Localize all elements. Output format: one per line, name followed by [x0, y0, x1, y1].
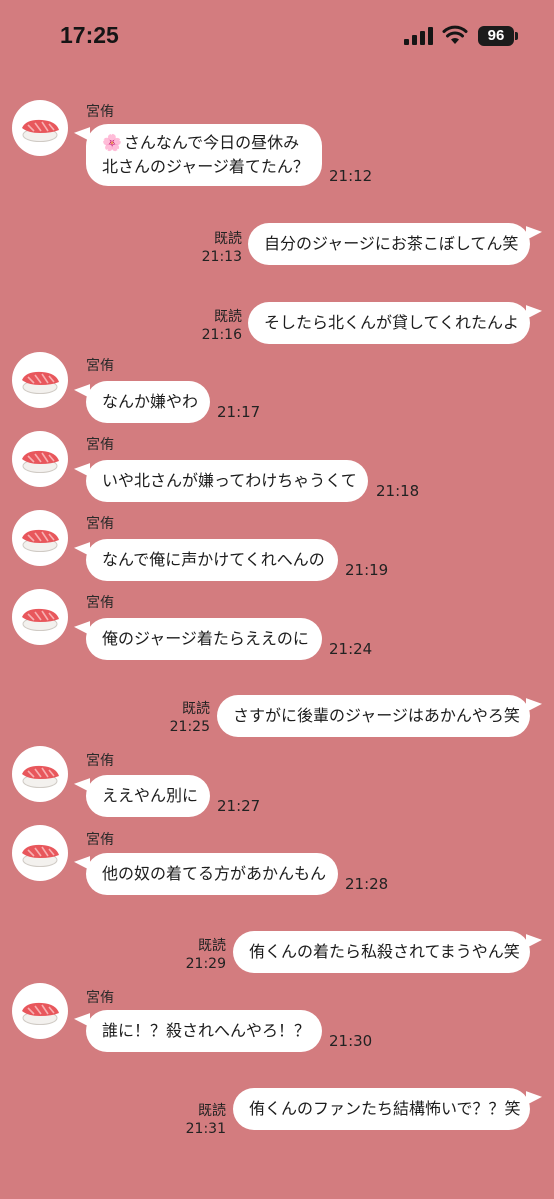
- message-text: 侑くんのファンたち結構怖いで？？笑: [249, 1099, 521, 1118]
- cherry-blossom-icon: 🌸: [102, 133, 122, 152]
- read-label: 既読: [198, 938, 226, 954]
- message-text: ええやん別に: [102, 786, 199, 805]
- message-time: 21:29: [185, 956, 226, 972]
- message-time: 21:30: [329, 1032, 373, 1050]
- battery-tip: [515, 32, 518, 40]
- status-time: 17:25: [60, 22, 119, 48]
- read-receipt: 既読 21:29: [166, 937, 226, 973]
- read-receipt: 既読 21:25: [150, 700, 210, 736]
- cellular-signal-icon: [404, 27, 433, 45]
- message-text: 自分のジャージにお茶こぼしてん笑: [264, 234, 519, 253]
- message-time: 21:24: [329, 640, 373, 658]
- sushi-icon[interactable]: [12, 983, 68, 1039]
- message-text: 誰に！？殺されへんやろ！？: [102, 1021, 311, 1040]
- message-bubble[interactable]: なんで俺に声かけてくれへんの: [86, 539, 338, 581]
- message-bubble[interactable]: いや北さんが嫌ってわけちゃうくて: [86, 460, 368, 502]
- message-time: 21:31: [185, 1121, 226, 1137]
- status-bar: 17:25 96: [0, 0, 554, 72]
- message-time: 21:12: [329, 167, 373, 185]
- message-text: 北さんのジャージ着てたん？: [102, 157, 309, 176]
- message-text: 侑くんの着たら私殺されてまうやん笑: [249, 942, 520, 961]
- sender-name: 宮侑: [86, 437, 114, 453]
- message-time: 21:17: [217, 403, 261, 421]
- read-receipt: 既読 21:13: [182, 230, 242, 266]
- message-text: なんか嫌やわ: [102, 392, 199, 411]
- message-bubble[interactable]: そしたら北くんが貸してくれたんよ: [248, 302, 530, 344]
- sushi-icon[interactable]: [12, 589, 68, 645]
- message-bubble[interactable]: 誰に！？殺されへんやろ！？: [86, 1010, 322, 1052]
- message-text: さすがに後輩のジャージはあかんやろ笑: [233, 706, 520, 725]
- sushi-icon[interactable]: [12, 746, 68, 802]
- sender-name: 宮侑: [86, 595, 114, 611]
- message-bubble[interactable]: さすがに後輩のジャージはあかんやろ笑: [217, 695, 530, 737]
- message-bubble[interactable]: 🌸 さんなんで今日の昼休み 北さんのジャージ着てたん？: [86, 124, 322, 186]
- sender-name: 宮侑: [86, 990, 114, 1006]
- battery-indicator: 96: [478, 26, 514, 46]
- message-time: 21:27: [217, 797, 261, 815]
- sender-name: 宮侑: [86, 516, 114, 532]
- wifi-icon: [442, 25, 468, 44]
- message-bubble[interactable]: 他の奴の着てる方があかんもん: [86, 853, 338, 895]
- sushi-icon[interactable]: [12, 352, 68, 408]
- sushi-icon[interactable]: [12, 100, 68, 156]
- message-text: そしたら北くんが貸してくれたんよ: [264, 313, 520, 332]
- message-text: なんで俺に声かけてくれへんの: [102, 550, 325, 569]
- sushi-icon[interactable]: [12, 431, 68, 487]
- message-time: 21:13: [201, 249, 242, 265]
- message-time: 21:28: [345, 875, 389, 893]
- message-time: 21:16: [201, 327, 242, 343]
- read-label: 既読: [214, 309, 242, 325]
- message-text: 他の奴の着てる方があかんもん: [102, 864, 327, 883]
- message-time: 21:18: [376, 482, 420, 500]
- read-label: 既読: [182, 701, 210, 717]
- message-bubble[interactable]: 侑くんの着たら私殺されてまうやん笑: [233, 931, 530, 973]
- sender-name: 宮侑: [86, 358, 114, 374]
- read-label: 既読: [214, 231, 242, 247]
- message-bubble[interactable]: 自分のジャージにお茶こぼしてん笑: [248, 223, 530, 265]
- message-text: さんなんで今日の昼休み: [123, 133, 300, 152]
- message-text: 俺のジャージ着たらええのに: [102, 629, 309, 648]
- sender-name: 宮侑: [86, 104, 114, 120]
- read-receipt: 既読 21:31: [166, 1102, 226, 1138]
- message-bubble[interactable]: ええやん別に: [86, 775, 210, 817]
- sender-name: 宮侑: [86, 753, 114, 769]
- message-time: 21:25: [169, 719, 210, 735]
- message-bubble[interactable]: なんか嫌やわ: [86, 381, 210, 423]
- sushi-icon[interactable]: [12, 510, 68, 566]
- message-bubble[interactable]: 侑くんのファンたち結構怖いで？？笑: [233, 1088, 530, 1130]
- message-bubble[interactable]: 俺のジャージ着たらええのに: [86, 618, 322, 660]
- read-label: 既読: [198, 1103, 226, 1119]
- sushi-icon[interactable]: [12, 825, 68, 881]
- read-receipt: 既読 21:16: [182, 308, 242, 344]
- message-time: 21:19: [345, 561, 389, 579]
- sender-name: 宮侑: [86, 832, 114, 848]
- message-text: いや北さんが嫌ってわけちゃうくて: [102, 471, 357, 490]
